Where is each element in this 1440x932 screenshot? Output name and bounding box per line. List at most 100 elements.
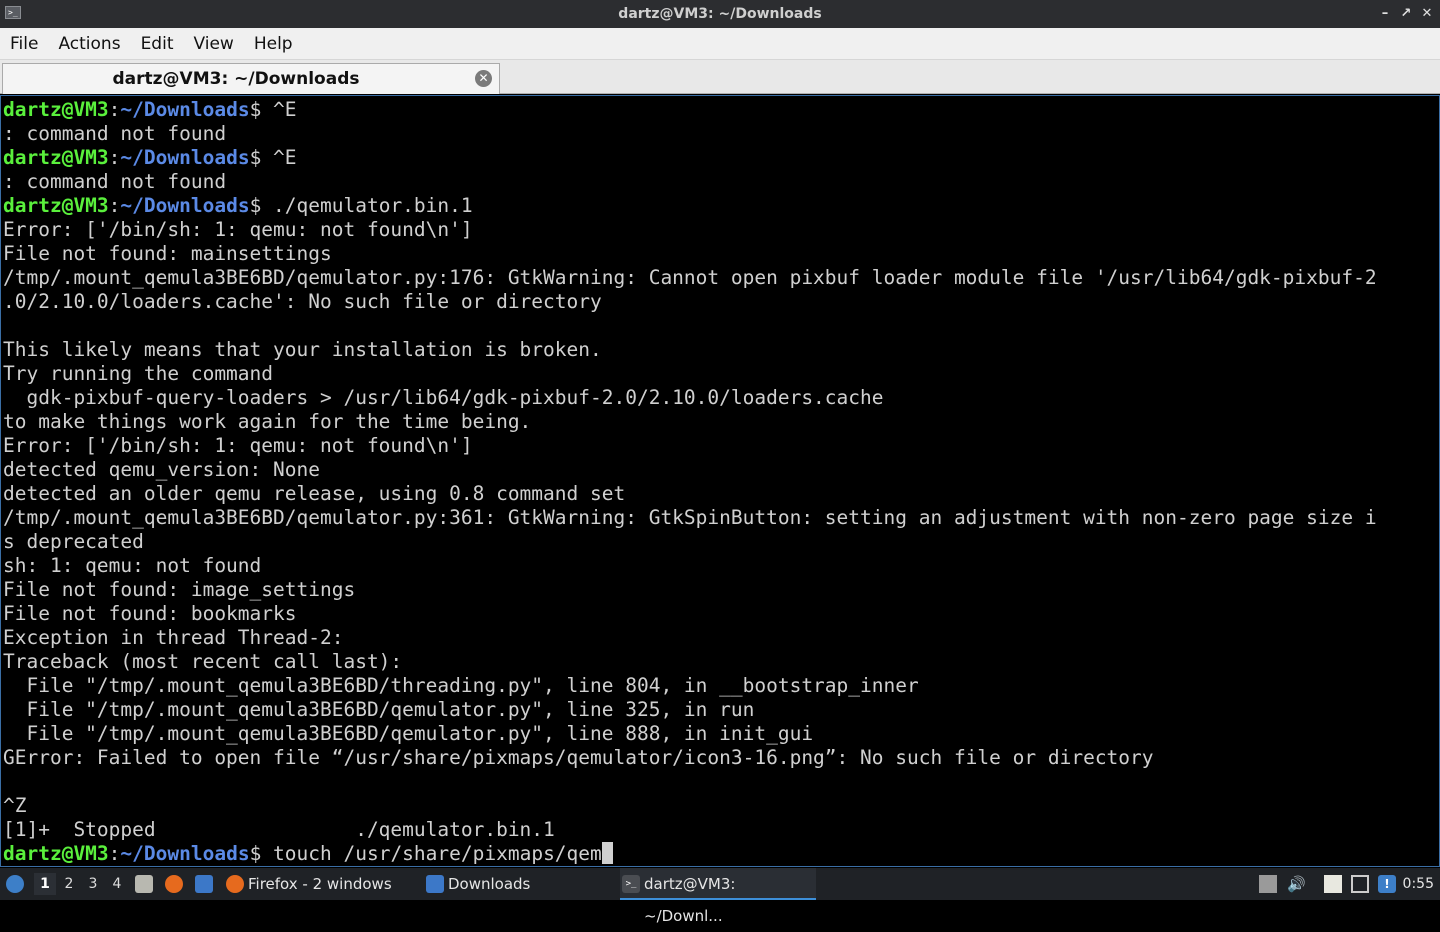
prompt-path: ~/Downloads xyxy=(120,98,250,121)
prompt-symbol: $ xyxy=(249,98,274,121)
command-text: touch /usr/share/pixmaps/qem xyxy=(273,842,602,865)
output-line: /tmp/.mount_qemula3BE6BD/qemulator.py:17… xyxy=(3,266,1377,290)
output-text: File not found: bookmarks xyxy=(3,602,297,625)
task-label: dartz@VM3: ~/Downl... xyxy=(644,875,736,925)
prompt-separator: : xyxy=(108,194,121,217)
output-line: gdk-pixbuf-query-loaders > /usr/lib64/gd… xyxy=(3,386,1377,410)
output-line: GError: Failed to open file “/usr/share/… xyxy=(3,746,1377,770)
output-text: /tmp/.mount_qemula3BE6BD/qemulator.py:17… xyxy=(3,266,1377,289)
output-line: [1]+ Stopped ./qemulator.bin.1 xyxy=(3,818,1377,842)
window-titlebar[interactable]: >_ dartz@VM3: ~/Downloads – ↗ ✕ xyxy=(0,0,1440,28)
text-cursor xyxy=(601,842,613,864)
output-text: sh: 1: qemu: not found xyxy=(3,554,262,577)
prompt-user: dartz@VM3 xyxy=(3,842,109,865)
output-text: detected qemu_version: None xyxy=(3,458,320,481)
prompt-user: dartz@VM3 xyxy=(3,98,109,121)
output-line: s deprecated xyxy=(3,530,1377,554)
tab-terminal[interactable]: dartz@VM3: ~/Downloads ✕ xyxy=(2,63,500,94)
output-text: File "/tmp/.mount_qemula3BE6BD/qemulator… xyxy=(3,722,814,745)
prompt-user: dartz@VM3 xyxy=(3,146,109,169)
output-text: s deprecated xyxy=(3,530,144,553)
output-text: File not found: mainsettings xyxy=(3,242,332,265)
output-line: This likely means that your installation… xyxy=(3,338,1377,362)
task-downloads[interactable]: Downloads xyxy=(424,868,616,900)
output-text: Traceback (most recent call last): xyxy=(3,650,403,673)
terminal-icon: >_ xyxy=(622,875,640,893)
output-line: .0/2.10.0/loaders.cache': No such file o… xyxy=(3,290,1377,314)
prompt-symbol: $ xyxy=(249,146,274,169)
output-text: /tmp/.mount_qemula3BE6BD/qemulator.py:36… xyxy=(3,506,1377,529)
output-text: Error: ['/bin/sh: 1: qemu: not found\n'] xyxy=(3,434,473,457)
menu-file[interactable]: File xyxy=(0,28,48,60)
output-line: File not found: bookmarks xyxy=(3,602,1377,626)
output-text: File "/tmp/.mount_qemula3BE6BD/threading… xyxy=(3,674,919,697)
window-title: dartz@VM3: ~/Downloads xyxy=(618,6,822,22)
output-line: /tmp/.mount_qemula3BE6BD/qemulator.py:36… xyxy=(3,506,1377,530)
removable-drive-icon[interactable] xyxy=(1259,875,1277,893)
menu-actions[interactable]: Actions xyxy=(48,28,130,60)
minimize-button[interactable]: – xyxy=(1376,5,1394,23)
output-text: to make things work again for the time b… xyxy=(3,410,532,433)
output-text: .0/2.10.0/loaders.cache': No such file o… xyxy=(3,290,602,313)
output-text: This likely means that your installation… xyxy=(3,338,602,361)
output-text: Error: ['/bin/sh: 1: qemu: not found\n'] xyxy=(3,218,473,241)
workspace-3[interactable]: 3 xyxy=(82,873,104,895)
notification-icon[interactable]: ! xyxy=(1378,875,1396,893)
output-line: detected an older qemu release, using 0.… xyxy=(3,482,1377,506)
close-button[interactable]: ✕ xyxy=(1418,5,1436,23)
output-line: File not found: image_settings xyxy=(3,578,1377,602)
taskbar: 1 2 3 4 Firefox - 2 windows Downloads >_… xyxy=(0,868,1440,925)
task-label: Firefox - 2 windows xyxy=(248,875,392,893)
clock[interactable]: 0:55 xyxy=(1403,868,1434,900)
workspace-1[interactable]: 1 xyxy=(34,873,56,895)
workspace-2[interactable]: 2 xyxy=(58,873,80,895)
output-line: to make things work again for the time b… xyxy=(3,410,1377,434)
output-line: : command not found xyxy=(3,170,1377,194)
firefox-icon xyxy=(226,875,244,893)
start-menu-icon[interactable] xyxy=(6,875,24,893)
output-line: Error: ['/bin/sh: 1: qemu: not found\n'] xyxy=(3,434,1377,458)
output-text: detected an older qemu release, using 0.… xyxy=(3,482,626,505)
task-terminal[interactable]: >_ dartz@VM3: ~/Downl... xyxy=(620,868,816,925)
terminal-output: dartz@VM3:~/Downloads$ ^E: command not f… xyxy=(3,98,1377,866)
prompt-line: dartz@VM3:~/Downloads$ ^E xyxy=(3,98,1377,122)
volume-icon[interactable]: 🔊 xyxy=(1287,875,1306,893)
prompt-symbol: $ xyxy=(249,842,274,865)
menu-help[interactable]: Help xyxy=(244,28,303,60)
output-line: Traceback (most recent call last): xyxy=(3,650,1377,674)
output-text: GError: Failed to open file “/usr/share/… xyxy=(3,746,1154,769)
close-icon[interactable]: ✕ xyxy=(475,70,492,87)
prompt-path: ~/Downloads xyxy=(120,842,250,865)
output-line: sh: 1: qemu: not found xyxy=(3,554,1377,578)
firefox-icon[interactable] xyxy=(165,875,183,893)
terminal-view[interactable]: dartz@VM3:~/Downloads$ ^E: command not f… xyxy=(0,95,1440,867)
prompt-user: dartz@VM3 xyxy=(3,194,109,217)
task-firefox[interactable]: Firefox - 2 windows xyxy=(224,868,420,900)
prompt-line: dartz@VM3:~/Downloads$ ./qemulator.bin.1 xyxy=(3,194,1377,218)
output-line: detected qemu_version: None xyxy=(3,458,1377,482)
output-line: Try running the command xyxy=(3,362,1377,386)
prompt-separator: : xyxy=(108,98,121,121)
output-line: : command not found xyxy=(3,122,1377,146)
maximize-button[interactable]: ↗ xyxy=(1397,5,1415,23)
output-text: ^Z xyxy=(3,794,27,817)
command-text: ^E xyxy=(273,98,297,121)
network-icon[interactable] xyxy=(1351,875,1369,893)
command-text: ./qemulator.bin.1 xyxy=(273,194,473,217)
output-line: File "/tmp/.mount_qemula3BE6BD/threading… xyxy=(3,674,1377,698)
clipboard-icon[interactable] xyxy=(1324,875,1342,893)
output-text: Exception in thread Thread-2: xyxy=(3,626,344,649)
output-line: ^Z xyxy=(3,794,1377,818)
folder-icon[interactable] xyxy=(195,875,213,893)
prompt-symbol: $ xyxy=(249,194,274,217)
menu-edit[interactable]: Edit xyxy=(131,28,184,60)
prompt-line: dartz@VM3:~/Downloads$ touch /usr/share/… xyxy=(3,842,1377,866)
prompt-separator: : xyxy=(108,146,121,169)
file-manager-icon[interactable] xyxy=(135,875,153,893)
output-text: Try running the command xyxy=(3,362,274,385)
workspace-4[interactable]: 4 xyxy=(106,873,128,895)
menu-view[interactable]: View xyxy=(183,28,243,60)
output-text: [1]+ Stopped ./qemulator.bin.1 xyxy=(3,818,555,841)
